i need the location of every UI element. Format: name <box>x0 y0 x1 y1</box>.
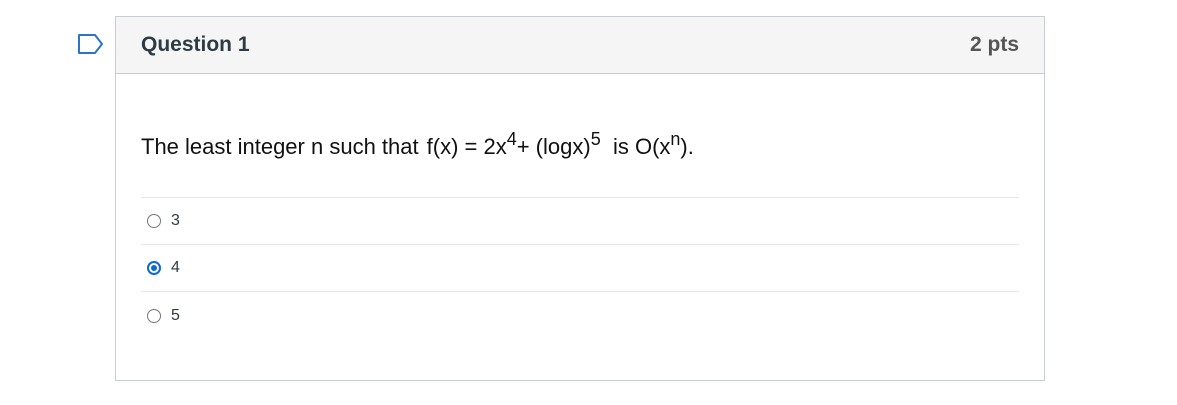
question-card: Question 1 2 pts The least integer n suc… <box>115 16 1045 381</box>
answer-label: 4 <box>171 259 180 276</box>
formula-part-d: ). <box>680 134 694 159</box>
question-body: The least integer n such that f(x) = 2x4+… <box>116 130 1044 339</box>
answer-option-5[interactable]: 5 <box>141 292 1019 339</box>
answer-label: 5 <box>171 306 180 324</box>
radio-button[interactable] <box>147 214 161 228</box>
flag-question-icon[interactable] <box>77 32 105 56</box>
answer-option-4[interactable]: 4 <box>141 245 1019 292</box>
formula-exponent-a: 4 <box>506 129 517 149</box>
answer-list: 3 4 5 <box>141 197 1019 339</box>
answer-option-3[interactable]: 3 <box>141 198 1019 245</box>
question-formula: f(x) = 2x4+ (logx)5 is O(xn). <box>426 130 694 159</box>
radio-button[interactable] <box>147 308 161 323</box>
question-text-prefix: The least integer n such that <box>141 134 419 159</box>
radio-button-selected[interactable] <box>147 261 161 275</box>
formula-part-c: is O(x <box>612 134 671 159</box>
formula-exponent-c: n <box>670 129 681 149</box>
question-points: 2 pts <box>969 33 1019 56</box>
formula-exponent-b: 5 <box>590 129 601 149</box>
formula-part-b: + (logx) <box>516 134 591 159</box>
question-title: Question 1 <box>141 33 250 56</box>
formula-part-a: f(x) = 2x <box>426 134 507 159</box>
question-text: The least integer n such that f(x) = 2x4+… <box>141 130 1019 164</box>
answer-label: 3 <box>171 212 180 229</box>
question-header: Question 1 2 pts <box>116 17 1044 74</box>
